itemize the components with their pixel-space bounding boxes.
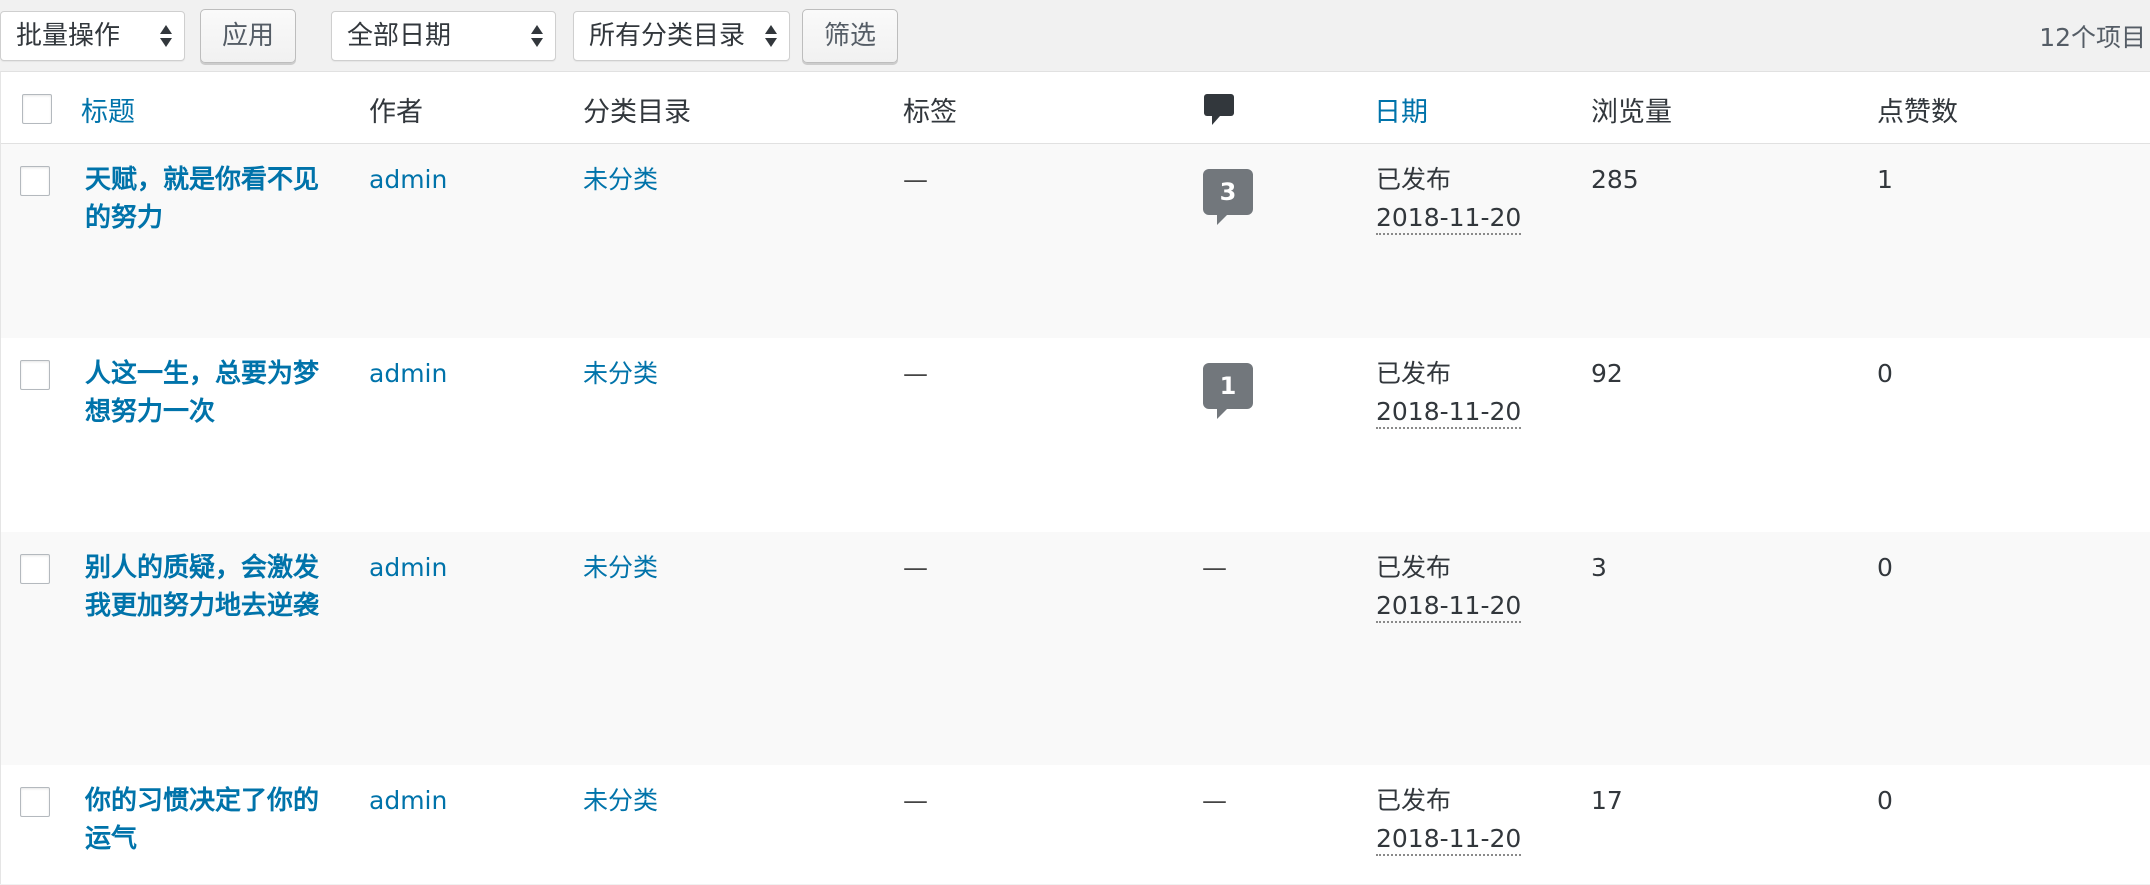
comment-count-bubble[interactable]: 1 bbox=[1203, 363, 1253, 419]
date-filter-value: 全部日期 bbox=[347, 21, 452, 51]
post-title-link[interactable]: 你的习惯决定了你的运气 bbox=[85, 782, 325, 858]
category-link[interactable]: 未分类 bbox=[583, 782, 658, 820]
post-title-link[interactable]: 天赋，就是你看不见的努力 bbox=[85, 161, 325, 237]
tags-value: — bbox=[903, 786, 928, 815]
comments-value: — bbox=[1202, 553, 1227, 582]
table-nav-top: 批量操作 应用 全部日期 所有分类目录 筛选 12个项目 bbox=[0, 0, 2150, 71]
likes-value: 0 bbox=[1877, 553, 1893, 582]
views-value: 285 bbox=[1591, 165, 1639, 194]
date-cell: 已发布 2018-11-20 bbox=[1376, 549, 1522, 625]
row-checkbox[interactable] bbox=[20, 554, 50, 584]
date-filter-select[interactable]: 全部日期 bbox=[331, 11, 556, 61]
column-author: 作者 bbox=[369, 97, 423, 128]
table-row: 天赋，就是你看不见的努力 admin 未分类 — 3 已发布 2018-11-2… bbox=[1, 144, 2150, 338]
author-link[interactable]: admin bbox=[369, 355, 447, 393]
post-status: 已发布 bbox=[1376, 786, 1452, 815]
row-checkbox[interactable] bbox=[20, 166, 50, 196]
tags-value: — bbox=[903, 165, 928, 194]
post-date: 2018-11-20 bbox=[1376, 203, 1522, 235]
category-filter-value: 所有分类目录 bbox=[589, 21, 746, 51]
views-value: 17 bbox=[1591, 786, 1623, 815]
date-cell: 已发布 2018-11-20 bbox=[1376, 161, 1522, 237]
post-status: 已发布 bbox=[1376, 165, 1452, 194]
bulk-action-select[interactable]: 批量操作 bbox=[0, 11, 185, 61]
post-status: 已发布 bbox=[1376, 553, 1452, 582]
tags-value: — bbox=[903, 359, 928, 388]
table-row: 别人的质疑，会激发我更加努力地去逆袭 admin 未分类 — — 已发布 201… bbox=[1, 532, 2150, 765]
date-cell: 已发布 2018-11-20 bbox=[1376, 782, 1522, 858]
table-header: 标题 作者 分类目录 标签 日期 浏览量 点赞数 bbox=[1, 72, 2150, 144]
column-likes: 点赞数 bbox=[1877, 97, 1958, 128]
post-date: 2018-11-20 bbox=[1376, 824, 1522, 856]
category-link[interactable]: 未分类 bbox=[583, 161, 658, 199]
likes-value: 0 bbox=[1877, 359, 1893, 388]
likes-value: 1 bbox=[1877, 165, 1893, 194]
post-title-link[interactable]: 别人的质疑，会激发我更加努力地去逆袭 bbox=[85, 549, 325, 625]
column-tags: 标签 bbox=[903, 97, 957, 128]
likes-value: 0 bbox=[1877, 786, 1893, 815]
category-link[interactable]: 未分类 bbox=[583, 355, 658, 393]
views-value: 3 bbox=[1591, 553, 1607, 582]
tags-value: — bbox=[903, 553, 928, 582]
apply-button[interactable]: 应用 bbox=[200, 9, 296, 63]
row-checkbox[interactable] bbox=[20, 360, 50, 390]
bulk-action-value: 批量操作 bbox=[16, 21, 121, 51]
column-date-sort[interactable]: 日期 bbox=[1374, 90, 1428, 129]
select-arrows-icon bbox=[765, 24, 777, 48]
author-link[interactable]: admin bbox=[369, 549, 447, 587]
post-status: 已发布 bbox=[1376, 359, 1452, 388]
item-count: 12个项目 bbox=[2039, 23, 2146, 52]
views-value: 92 bbox=[1591, 359, 1623, 388]
post-date: 2018-11-20 bbox=[1376, 591, 1522, 623]
author-link[interactable]: admin bbox=[369, 161, 447, 199]
column-categories: 分类目录 bbox=[583, 97, 691, 128]
comments-value: — bbox=[1202, 786, 1227, 815]
post-title-link[interactable]: 人这一生，总要为梦想努力一次 bbox=[85, 355, 325, 431]
date-cell: 已发布 2018-11-20 bbox=[1376, 355, 1522, 431]
select-all-checkbox[interactable] bbox=[22, 94, 52, 124]
select-arrows-icon bbox=[531, 24, 543, 48]
comment-count-bubble[interactable]: 3 bbox=[1203, 169, 1253, 225]
author-link[interactable]: admin bbox=[369, 782, 447, 820]
category-filter-select[interactable]: 所有分类目录 bbox=[573, 11, 790, 61]
category-link[interactable]: 未分类 bbox=[583, 549, 658, 587]
row-checkbox[interactable] bbox=[20, 787, 50, 817]
filter-button[interactable]: 筛选 bbox=[802, 9, 898, 63]
column-title-sort[interactable]: 标题 bbox=[81, 90, 135, 129]
table-row: 你的习惯决定了你的运气 admin 未分类 — — 已发布 2018-11-20… bbox=[1, 765, 2150, 885]
table-row: 人这一生，总要为梦想努力一次 admin 未分类 — 1 已发布 2018-11… bbox=[1, 338, 2150, 532]
posts-table: 标题 作者 分类目录 标签 日期 浏览量 点赞数 天赋，就是你看不见的努力 ad… bbox=[0, 71, 2150, 884]
comment-bubble-icon[interactable] bbox=[1204, 94, 1234, 125]
select-arrows-icon bbox=[160, 24, 172, 48]
post-date: 2018-11-20 bbox=[1376, 397, 1522, 429]
column-views: 浏览量 bbox=[1591, 97, 1672, 128]
